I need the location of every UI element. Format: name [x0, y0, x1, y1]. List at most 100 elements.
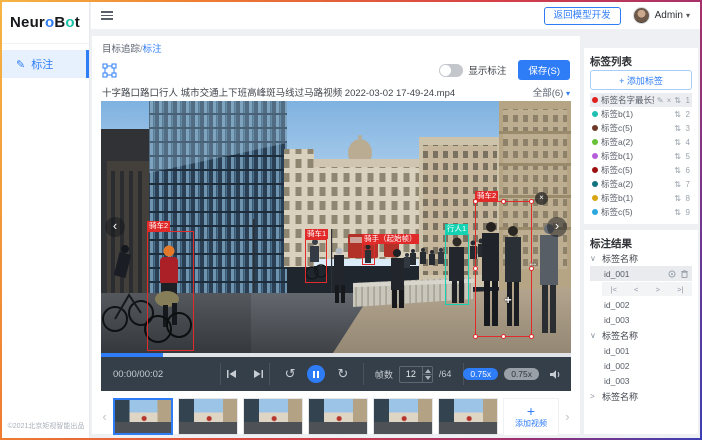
save-button[interactable]: 保存(S): [518, 60, 570, 80]
breadcrumb-parent[interactable]: 目标追踪: [102, 44, 140, 55]
label-name: 标签b(1): [601, 192, 671, 204]
frame-down-icon[interactable]: [423, 375, 432, 382]
volume-icon[interactable]: [549, 369, 561, 380]
sort-icon[interactable]: ⇅: [674, 138, 681, 147]
frame-up-icon[interactable]: [423, 367, 432, 375]
video-canvas[interactable]: 骑车2 骑车1 骑手（起始帧） 行人1骑车2×↔+ ‹ ›: [101, 101, 571, 353]
video-thumbnail[interactable]: [113, 398, 173, 435]
result-groups: ∨标签名称id_001|<<>>|id_002id_003∨标签名称id_001…: [590, 250, 692, 404]
delete-box-button[interactable]: ×: [535, 192, 548, 205]
resize-handle[interactable]: [501, 199, 506, 204]
rewind-icon[interactable]: ↺: [285, 366, 296, 382]
label-list-item[interactable]: 标签b(1)⇅8: [590, 191, 692, 205]
thumbnail-strip: ‹ + 添加视频 ›: [101, 394, 571, 438]
pager-prev-button[interactable]: <: [634, 285, 638, 294]
user-menu-caret-icon[interactable]: ▾: [686, 11, 690, 20]
user-avatar[interactable]: [633, 7, 650, 24]
video-thumbnail[interactable]: [373, 398, 433, 435]
speed-pill-active[interactable]: 0.75x: [463, 368, 498, 380]
add-video-button[interactable]: + 添加视频: [503, 398, 559, 436]
result-item[interactable]: id_003: [590, 312, 692, 327]
result-group-header[interactable]: ∨标签名称: [590, 250, 692, 266]
app: NeuroBot ✎ 标注 ©2021北京矩视智能出品 返回模型开发 Admin…: [2, 2, 700, 438]
video-thumbnail[interactable]: [178, 398, 238, 435]
forward-icon[interactable]: ↻: [337, 366, 348, 382]
label-list-item[interactable]: 标签b(1)⇅5: [590, 149, 692, 163]
result-item[interactable]: id_001: [590, 266, 692, 281]
visibility-icon[interactable]: [668, 270, 676, 278]
delete-label-icon[interactable]: ×: [667, 96, 672, 105]
pager-first-button[interactable]: |<: [611, 285, 617, 294]
frame-input[interactable]: [400, 367, 422, 382]
menu-collapse-icon[interactable]: [101, 9, 113, 22]
next-frame-button[interactable]: [253, 369, 264, 379]
result-group-header[interactable]: ∨标签名称: [590, 327, 692, 343]
label-shortcut: 3: [684, 124, 690, 133]
prev-frame-button[interactable]: [226, 369, 237, 379]
video-thumbnail[interactable]: [243, 398, 303, 435]
label-list-item[interactable]: 标签a(2)⇅7: [590, 177, 692, 191]
result-item[interactable]: id_002: [590, 297, 692, 312]
sort-icon[interactable]: ⇅: [674, 208, 681, 217]
label-name: 标签名字最长数...: [601, 94, 654, 106]
result-item[interactable]: id_001: [590, 343, 692, 358]
annotation-results-panel: 标注结果 ∨标签名称id_001|<<>>|id_002id_003∨标签名称i…: [584, 230, 698, 434]
label-list-item[interactable]: 标签a(2)⇅4: [590, 135, 692, 149]
add-label-button[interactable]: + 添加标签: [590, 70, 692, 90]
edit-label-icon[interactable]: ✎: [657, 96, 664, 105]
result-item-id: id_003: [604, 376, 688, 386]
caret-down-icon: ∨: [590, 331, 598, 340]
annotation-toolbar: 显示标注 保存(S): [92, 57, 580, 83]
pause-button[interactable]: [307, 365, 325, 383]
label-list-item[interactable]: 标签b(1)⇅2: [590, 107, 692, 121]
resize-handle[interactable]: [501, 334, 506, 339]
label-list-item[interactable]: 标签c(5)⇅3: [590, 121, 692, 135]
bbox-label: 骑车2: [475, 191, 498, 201]
resize-handle[interactable]: [529, 334, 534, 339]
label-list-item[interactable]: 标签c(5)⇅6: [590, 163, 692, 177]
pager-last-button[interactable]: >|: [677, 285, 683, 294]
label-list-panel: 标签列表 + 添加标签 标签名字最长数...✎×⇅1标签b(1)⇅2标签c(5)…: [584, 48, 698, 224]
resize-handle[interactable]: [473, 266, 478, 271]
trash-icon[interactable]: [681, 270, 688, 278]
sort-icon[interactable]: ⇅: [674, 166, 681, 175]
label-shortcut: 9: [684, 208, 690, 217]
bbox-tool-icon[interactable]: [102, 63, 117, 78]
bounding-box[interactable]: 骑车2: [147, 231, 194, 351]
speed-pill-inactive[interactable]: 0.75x: [504, 368, 539, 380]
back-to-model-dev-button[interactable]: 返回模型开发: [544, 7, 621, 25]
sort-icon[interactable]: ⇅: [674, 110, 681, 119]
video-thumbnail[interactable]: [438, 398, 498, 435]
sort-icon[interactable]: ⇅: [674, 194, 681, 203]
bounding-box[interactable]: 骑手（起始帧）: [362, 244, 375, 265]
result-item-id: id_002: [604, 300, 688, 310]
breadcrumb: 目标追踪/标注: [92, 36, 580, 57]
video-title: 十字路口路口行人 城市交通上下班高峰斑马线过马路视频 2022-03-02 17…: [102, 85, 533, 99]
label-list-item[interactable]: 标签c(5)⇅9: [590, 205, 692, 219]
filter-dropdown[interactable]: 全部(6) ▾: [533, 85, 570, 99]
resize-handle[interactable]: [473, 334, 478, 339]
logo-text: Neur: [10, 14, 45, 31]
bounding-box[interactable]: 骑车1: [305, 239, 327, 283]
sort-icon[interactable]: ⇅: [674, 96, 681, 105]
prev-video-arrow[interactable]: ‹: [105, 217, 125, 237]
sidebar-item-annotation[interactable]: ✎ 标注: [2, 50, 89, 78]
sort-icon[interactable]: ⇅: [674, 152, 681, 161]
pager-next-button[interactable]: >: [656, 285, 660, 294]
result-item[interactable]: id_002: [590, 358, 692, 373]
bounding-box[interactable]: 行人1: [445, 234, 469, 305]
thumbs-scroll-left-icon[interactable]: ‹: [101, 409, 108, 424]
label-list-item[interactable]: 标签名字最长数...✎×⇅1: [590, 93, 692, 107]
resize-handle[interactable]: [473, 199, 478, 204]
resize-handle[interactable]: [529, 199, 534, 204]
thumbs-scroll-right-icon[interactable]: ›: [564, 409, 571, 424]
next-video-arrow[interactable]: ›: [547, 217, 567, 237]
show-annotation-toggle[interactable]: [439, 64, 463, 77]
user-name[interactable]: Admin: [655, 10, 683, 21]
sort-icon[interactable]: ⇅: [674, 180, 681, 189]
video-thumbnail[interactable]: [308, 398, 368, 435]
sort-icon[interactable]: ⇅: [674, 124, 681, 133]
result-group-header[interactable]: >标签名称: [590, 388, 692, 404]
bounding-box[interactable]: 骑车2×↔+: [475, 201, 532, 337]
result-item[interactable]: id_003: [590, 373, 692, 388]
